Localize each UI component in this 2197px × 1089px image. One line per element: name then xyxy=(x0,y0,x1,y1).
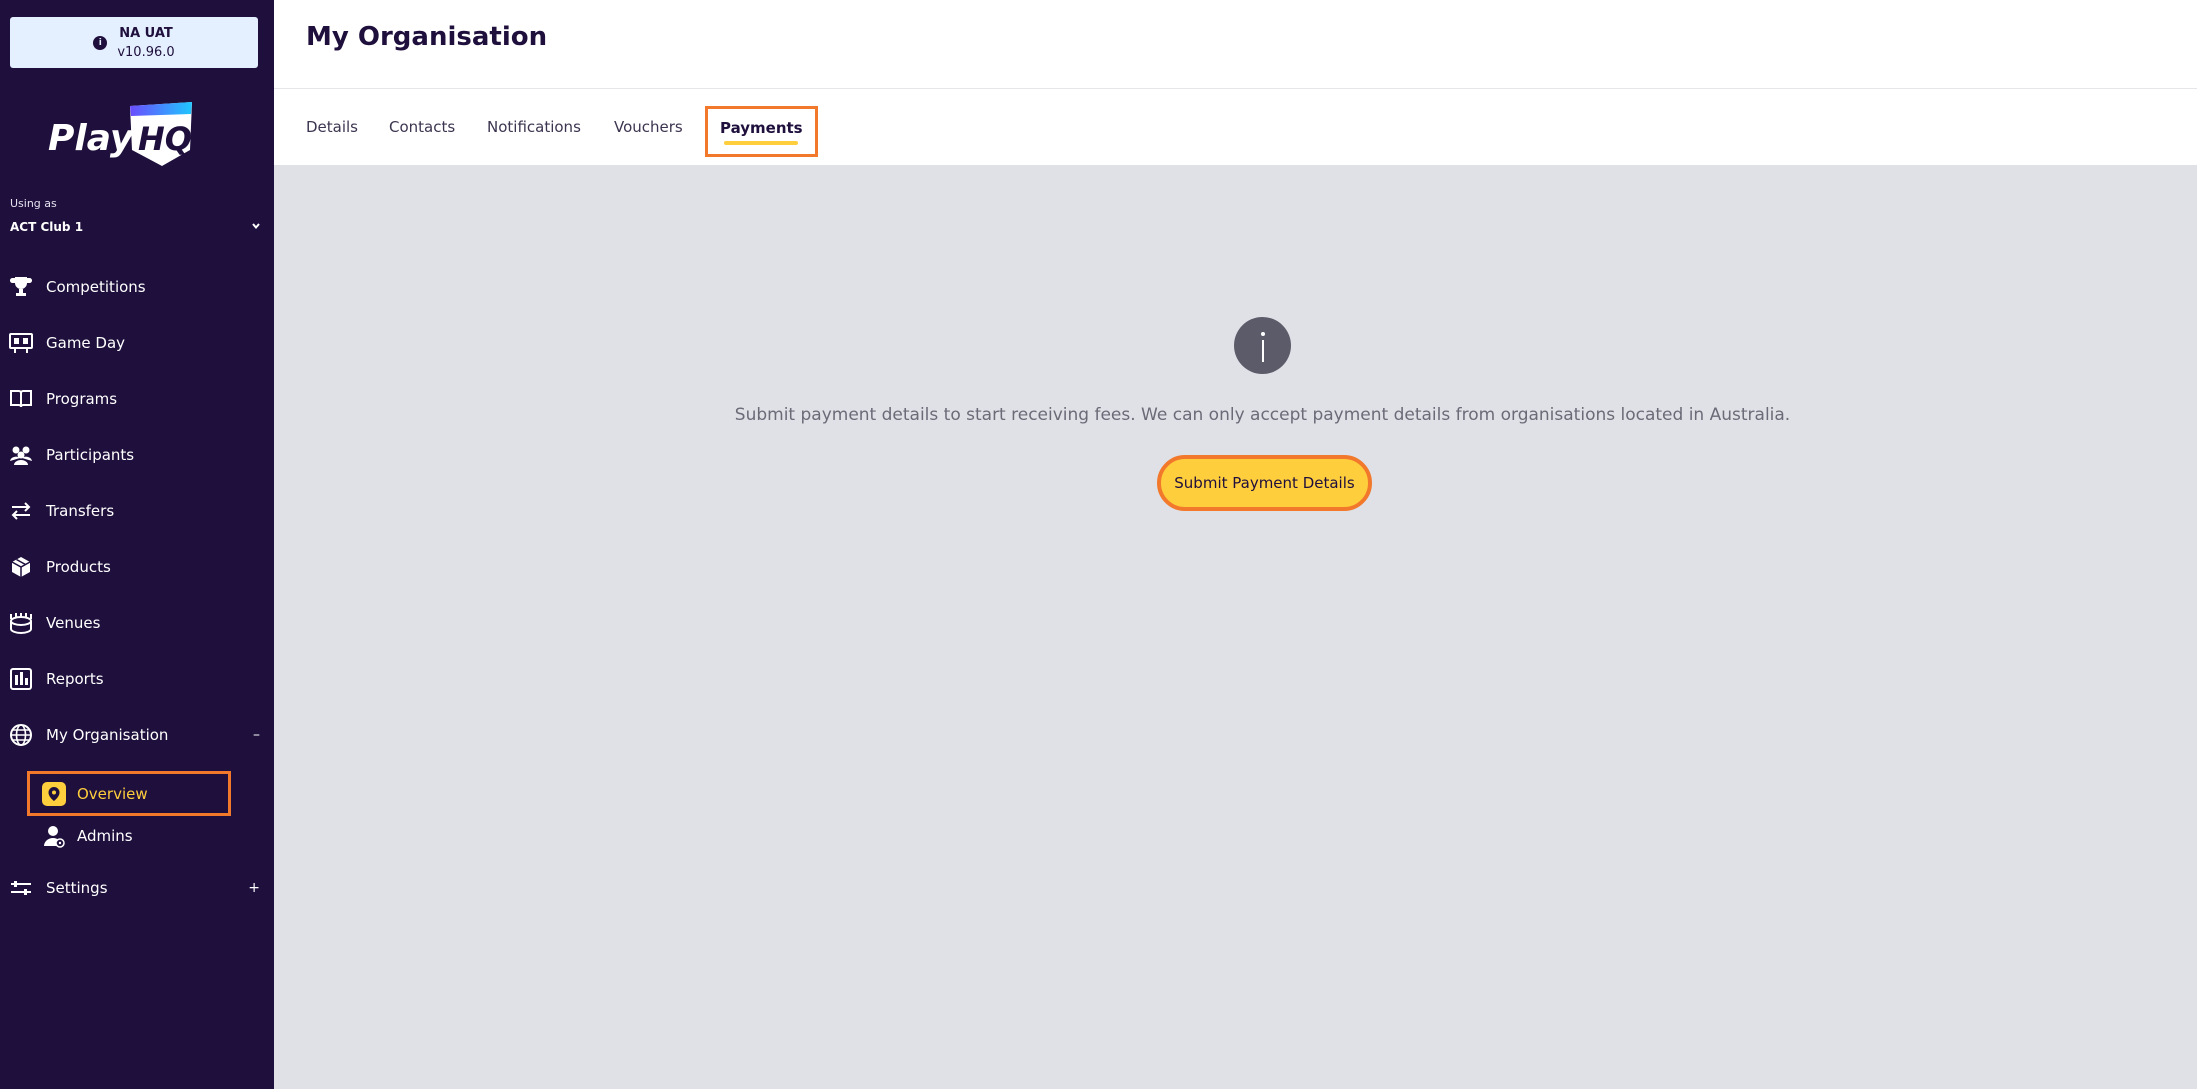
admin-user-icon xyxy=(42,824,66,848)
page-header: My Organisation xyxy=(274,0,2197,89)
sidebar-item-label: Programs xyxy=(46,390,118,408)
sidebar-item-competitions[interactable]: Competitions xyxy=(0,267,274,307)
book-icon xyxy=(8,386,34,412)
logo-wordmark: Play xyxy=(48,118,135,159)
sidebar-item-game-day[interactable]: Game Day xyxy=(0,323,274,363)
organisation-switcher[interactable]: ACT Club 1 xyxy=(10,218,262,236)
environment-badge: i NA UAT v10.96.0 xyxy=(10,17,258,68)
sidebar-item-venues[interactable]: Venues xyxy=(0,603,274,643)
tab-details[interactable]: Details xyxy=(306,89,358,165)
info-icon xyxy=(1234,317,1291,374)
playhq-logo[interactable]: Play HQ xyxy=(48,100,198,170)
active-tab-indicator xyxy=(724,140,799,145)
using-as-label: Using as xyxy=(10,197,57,210)
tab-bar: Details Contacts Notifications Vouchers … xyxy=(274,89,2197,165)
chart-icon xyxy=(8,666,34,692)
submit-payment-details-button[interactable]: Submit Payment Details xyxy=(1157,455,1372,511)
tab-vouchers[interactable]: Vouchers xyxy=(614,89,683,165)
sidebar-item-label: My Organisation xyxy=(46,726,169,744)
collapse-toggle[interactable]: – xyxy=(253,727,260,743)
sidebar-item-reports[interactable]: Reports xyxy=(0,659,274,699)
page-title: My Organisation xyxy=(306,22,548,52)
logo-mark: HQ xyxy=(138,120,192,158)
sidebar-item-participants[interactable]: Participants xyxy=(0,435,274,475)
tab-payments-label: Payments xyxy=(720,118,803,137)
sidebar-item-label: Competitions xyxy=(46,278,146,296)
sidebar-subitem-admins[interactable]: Admins xyxy=(42,822,133,850)
trophy-icon xyxy=(8,274,34,300)
location-pin-icon xyxy=(42,781,66,806)
payments-info-message: Submit payment details to start receivin… xyxy=(734,405,1791,425)
sidebar-subitem-overview[interactable]: Overview xyxy=(27,771,231,816)
sidebar-item-my-organisation[interactable]: My Organisation – xyxy=(0,715,274,755)
tab-contacts[interactable]: Contacts xyxy=(389,89,455,165)
stadium-icon xyxy=(8,610,34,636)
sidebar-item-products[interactable]: Products xyxy=(0,547,274,587)
box-icon xyxy=(8,554,34,580)
chevron-down-icon xyxy=(250,220,262,235)
sidebar: i NA UAT v10.96.0 Play HQ Using as ACT C… xyxy=(0,0,274,1089)
sidebar-item-label: Venues xyxy=(46,614,101,632)
sidebar-item-label: Settings xyxy=(46,879,108,897)
environment-version: v10.96.0 xyxy=(117,44,175,60)
current-organisation: ACT Club 1 xyxy=(10,220,84,234)
tab-payments[interactable]: Payments xyxy=(705,106,818,157)
sliders-icon xyxy=(8,875,34,901)
payments-content: Submit payment details to start receivin… xyxy=(274,165,2197,1089)
scoreboard-icon xyxy=(8,330,34,356)
users-icon xyxy=(8,442,34,468)
environment-name: NA UAT xyxy=(119,25,173,41)
sidebar-item-label: Game Day xyxy=(46,334,126,352)
tab-notifications[interactable]: Notifications xyxy=(487,89,581,165)
sidebar-item-label: Participants xyxy=(46,446,135,464)
transfer-arrows-icon xyxy=(8,498,34,524)
sidebar-subitem-label: Admins xyxy=(77,827,133,845)
info-icon: i xyxy=(93,35,108,50)
expand-toggle[interactable]: + xyxy=(248,880,260,896)
sidebar-item-programs[interactable]: Programs xyxy=(0,379,274,419)
sidebar-subitem-label: Overview xyxy=(77,784,148,803)
globe-icon xyxy=(8,722,34,748)
sidebar-item-label: Products xyxy=(46,558,111,576)
sidebar-item-transfers[interactable]: Transfers xyxy=(0,491,274,531)
sidebar-item-label: Reports xyxy=(46,670,104,688)
sidebar-item-label: Transfers xyxy=(46,502,115,520)
sidebar-item-settings[interactable]: Settings + xyxy=(0,868,274,908)
